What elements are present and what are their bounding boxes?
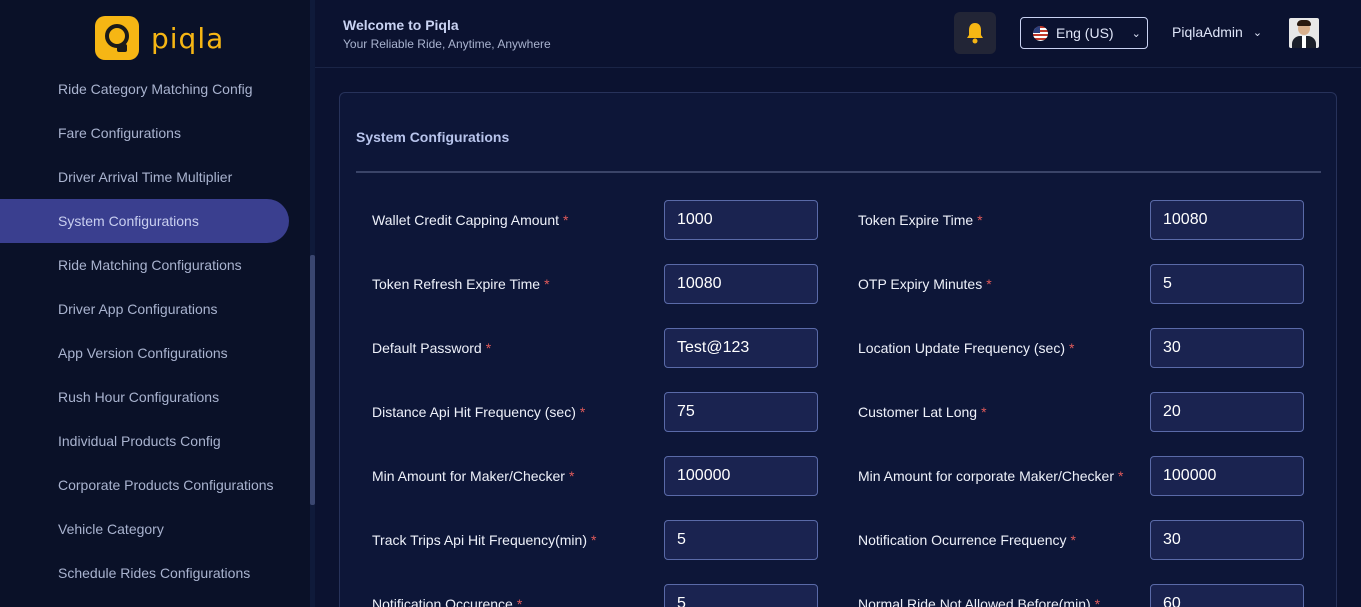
user-menu[interactable]: PiqlaAdmin ⌄ — [1172, 24, 1262, 40]
required-marker: * — [977, 212, 983, 228]
notification-button[interactable] — [954, 12, 996, 54]
token-expire-time-label: Token Expire Time — [858, 212, 974, 228]
sidebar-item-app-version-configurations[interactable]: App Version Configurations — [0, 331, 310, 375]
wallet-credit-capping-amount-input[interactable] — [664, 200, 818, 240]
language-label: Eng (US) — [1056, 25, 1114, 41]
welcome-subtitle: Your Reliable Ride, Anytime, Anywhere — [343, 37, 551, 51]
notification-occurence-input[interactable] — [664, 584, 818, 607]
required-marker: * — [1094, 596, 1101, 607]
sidebar-item-driver-app-configurations[interactable]: Driver App Configurations — [0, 287, 310, 331]
sidebar-item-schedule-rides-configurations[interactable]: Schedule Rides Configurations — [0, 551, 310, 595]
required-marker: * — [1118, 468, 1124, 484]
track-trips-api-hit-frequency-label: Track Trips Api Hit Frequency(min) — [372, 532, 587, 548]
username-label: PiqlaAdmin — [1172, 24, 1243, 40]
customer-lat-long-input[interactable] — [1150, 392, 1304, 432]
divider — [356, 171, 1321, 173]
system-configurations-card: System Configurations Wallet Credit Capp… — [339, 92, 1337, 607]
top-header: Welcome to Piqla Your Reliable Ride, Any… — [315, 0, 1361, 68]
otp-expiry-minutes-input[interactable] — [1150, 264, 1304, 304]
brand-name: piqla — [151, 21, 225, 55]
sidebar-scrollbar[interactable] — [310, 0, 315, 607]
distance-api-hit-frequency-label: Distance Api Hit Frequency (sec) — [372, 404, 576, 420]
sidebar-item-rush-hour-configurations[interactable]: Rush Hour Configurations — [0, 375, 310, 419]
required-marker: * — [485, 340, 492, 356]
avatar[interactable] — [1289, 18, 1319, 48]
sidebar-item-fare-configurations[interactable]: Fare Configurations — [0, 111, 310, 155]
distance-api-hit-frequency-input[interactable] — [664, 392, 818, 432]
notification-ocurrence-frequency-label: Notification Ocurrence Frequency — [858, 532, 1067, 548]
piqla-logo-icon — [95, 16, 139, 60]
token-refresh-expire-time-input[interactable] — [664, 264, 818, 304]
form-row: Notification Occurence* Normal Ride Not … — [340, 584, 1338, 607]
customer-lat-long-label: Customer Lat Long — [858, 404, 978, 420]
brand-logo[interactable]: piqla — [95, 16, 224, 60]
required-marker: * — [590, 532, 597, 548]
sidebar-item-system-configurations[interactable]: System Configurations — [0, 199, 289, 243]
form-row: Distance Api Hit Frequency (sec)* Custom… — [340, 392, 1338, 432]
required-marker: * — [516, 596, 523, 607]
chevron-down-icon: ⌄ — [1252, 26, 1263, 39]
required-marker: * — [563, 212, 569, 228]
welcome-title: Welcome to Piqla — [343, 17, 459, 33]
wallet-credit-capping-amount-label: Wallet Credit Capping Amount — [372, 212, 560, 228]
location-update-frequency-label: Location Update Frequency (sec) — [858, 340, 1065, 356]
min-amount-maker-checker-label: Min Amount for Maker/Checker — [372, 468, 565, 484]
sidebar-item-individual-products-config[interactable]: Individual Products Config — [0, 419, 310, 463]
token-refresh-expire-time-label: Token Refresh Expire Time — [372, 276, 541, 292]
form-row: Default Password* Location Update Freque… — [340, 328, 1338, 368]
required-marker: * — [986, 276, 992, 292]
form-row: Token Refresh Expire Time* OTP Expiry Mi… — [340, 264, 1338, 304]
sidebar-nav: Ride Category Matching Config Fare Confi… — [0, 67, 310, 595]
form-row: Wallet Credit Capping Amount* Token Expi… — [340, 200, 1338, 240]
min-amount-corporate-maker-checker-input[interactable] — [1150, 456, 1304, 496]
sidebar-item-driver-arrival-time-multiplier[interactable]: Driver Arrival Time Multiplier — [0, 155, 310, 199]
sidebar-item-ride-matching-configurations[interactable]: Ride Matching Configurations — [0, 243, 310, 287]
otp-expiry-minutes-label: OTP Expiry Minutes — [858, 276, 983, 292]
token-expire-time-input[interactable] — [1150, 200, 1304, 240]
required-marker: * — [568, 468, 575, 484]
sidebar-item-ride-category-matching-config[interactable]: Ride Category Matching Config — [0, 67, 310, 111]
sidebar-item-vehicle-category[interactable]: Vehicle Category — [0, 507, 310, 551]
form-row: Min Amount for Maker/Checker* Min Amount… — [340, 456, 1338, 496]
sidebar-scrollbar-thumb[interactable] — [310, 255, 315, 505]
min-amount-maker-checker-input[interactable] — [664, 456, 818, 496]
chevron-down-icon: ⌄ — [1131, 27, 1141, 40]
notification-occurence-label: Notification Occurence — [372, 596, 513, 607]
required-marker: * — [1070, 532, 1076, 548]
default-password-input[interactable] — [664, 328, 818, 368]
normal-ride-not-allowed-before-input[interactable] — [1150, 584, 1304, 607]
track-trips-api-hit-frequency-input[interactable] — [664, 520, 818, 560]
required-marker: * — [544, 276, 550, 292]
bell-icon — [967, 23, 983, 44]
required-marker: * — [1069, 340, 1075, 356]
notification-ocurrence-frequency-input[interactable] — [1150, 520, 1304, 560]
app-root: piqla Ride Category Matching Config Fare… — [0, 0, 1361, 607]
normal-ride-not-allowed-before-label: Normal Ride Not Allowed Before(min) — [858, 596, 1091, 607]
language-selector[interactable]: Eng (US) ⌄ — [1020, 17, 1148, 49]
required-marker: * — [981, 404, 987, 420]
sidebar-item-corporate-products-configurations[interactable]: Corporate Products Configurations — [0, 463, 310, 507]
card-title: System Configurations — [356, 129, 510, 145]
location-update-frequency-input[interactable] — [1150, 328, 1304, 368]
default-password-label: Default Password — [372, 340, 482, 356]
required-marker: * — [579, 404, 586, 420]
sidebar: piqla Ride Category Matching Config Fare… — [0, 0, 310, 607]
min-amount-corporate-maker-checker-label: Min Amount for corporate Maker/Checker — [858, 468, 1114, 484]
welcome-block: Welcome to Piqla Your Reliable Ride, Any… — [343, 17, 551, 51]
us-flag-icon — [1033, 25, 1048, 41]
form-row: Track Trips Api Hit Frequency(min)* Noti… — [340, 520, 1338, 560]
